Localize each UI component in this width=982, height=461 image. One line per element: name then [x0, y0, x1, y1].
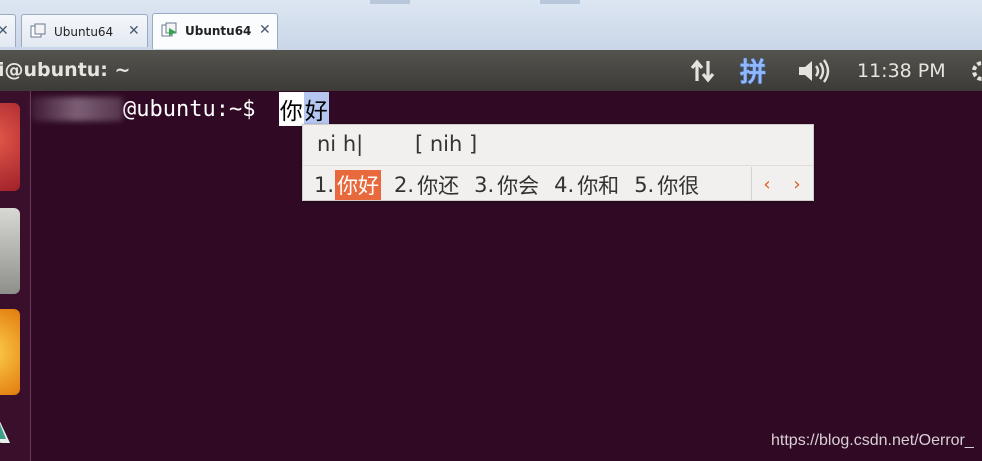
ime-typed-text: ni h|	[317, 132, 364, 156]
vm-running-icon	[161, 22, 177, 37]
toolbar-edge	[540, 0, 580, 4]
launcher-app-icon[interactable]	[0, 403, 18, 443]
launcher-app-icon[interactable]	[0, 103, 20, 191]
volume-icon[interactable]	[796, 50, 836, 91]
ime-preedit: 你 好	[278, 92, 329, 126]
candidate-text: 你和	[577, 174, 620, 198]
launcher	[0, 91, 31, 461]
terminal-prompt-line: @ubuntu:~$ 你 好	[31, 92, 329, 126]
input-method-icon[interactable]: 拼	[740, 50, 780, 91]
candidate-pager: ‹ ›	[751, 167, 812, 201]
gear-icon[interactable]	[968, 50, 982, 91]
candidate-3[interactable]: 3. 你会	[474, 170, 541, 200]
launcher-app-icon[interactable]	[0, 309, 20, 395]
candidate-text: 你很	[657, 174, 700, 198]
candidate-5[interactable]: 5. 你很	[634, 170, 701, 200]
candidate-4[interactable]: 4. 你和	[554, 170, 621, 200]
network-icon[interactable]	[688, 50, 720, 91]
close-icon[interactable]: ✕	[0, 23, 9, 39]
candidate-text: 你还	[417, 174, 460, 198]
close-icon[interactable]: ✕	[128, 23, 140, 39]
redacted-username	[31, 97, 123, 121]
candidate-number: 1.	[314, 173, 335, 197]
clock[interactable]: 11:38 PM	[857, 50, 946, 91]
candidate-text: 你会	[497, 174, 540, 198]
settings-gear-icon	[972, 60, 982, 81]
window-title: i@ubuntu: ~	[0, 59, 131, 81]
vm-icon	[30, 23, 46, 38]
candidate-number: 4.	[554, 173, 575, 197]
prev-page-button[interactable]: ‹	[752, 174, 782, 195]
tab-partial[interactable]: ✕	[0, 14, 16, 47]
ime-candidate-list: 1. 你好 2. 你还 3. 你会 4. 你和 5. 你很	[314, 170, 714, 200]
ime-raw-pinyin: [ nih ]	[415, 132, 478, 156]
speaker-icon	[799, 58, 830, 83]
watermark: https://blog.csdn.net/Oerror_	[771, 432, 974, 449]
candidate-2[interactable]: 2. 你还	[394, 170, 461, 200]
preedit-char: 你	[278, 92, 304, 126]
top-panel: i@ubuntu: ~ 拼 11:38 PM	[0, 50, 982, 91]
tab-label: Ubuntu64	[185, 24, 252, 38]
close-icon[interactable]: ✕	[259, 22, 271, 38]
vm-tab-strip: ✕ Ubuntu64 ✕ Ubuntu64 ✕	[0, 0, 982, 51]
ime-composition-row: ni h| [ nih ]	[303, 125, 813, 166]
candidate-number: 3.	[474, 173, 495, 197]
candidate-text: 你好	[335, 170, 382, 200]
preedit-char-cursor: 好	[303, 92, 329, 126]
candidate-number: 2.	[394, 173, 415, 197]
candidate-1[interactable]: 1. 你好	[314, 170, 382, 200]
tab-ubuntu64-active[interactable]: Ubuntu64 ✕	[152, 13, 278, 49]
prompt-text: @ubuntu:~$	[123, 96, 269, 122]
network-arrows-icon	[690, 59, 715, 82]
ime-candidate-popup: ni h| [ nih ] 1. 你好 2. 你还 3. 你会 4. 你和 5.…	[302, 124, 814, 201]
tab-label: Ubuntu64	[54, 25, 114, 39]
next-page-button[interactable]: ›	[782, 174, 812, 195]
launcher-app-icon[interactable]	[0, 208, 20, 294]
toolbar-edge	[370, 0, 410, 4]
tab-ubuntu64[interactable]: Ubuntu64 ✕	[21, 14, 148, 47]
candidate-number: 5.	[634, 173, 655, 197]
